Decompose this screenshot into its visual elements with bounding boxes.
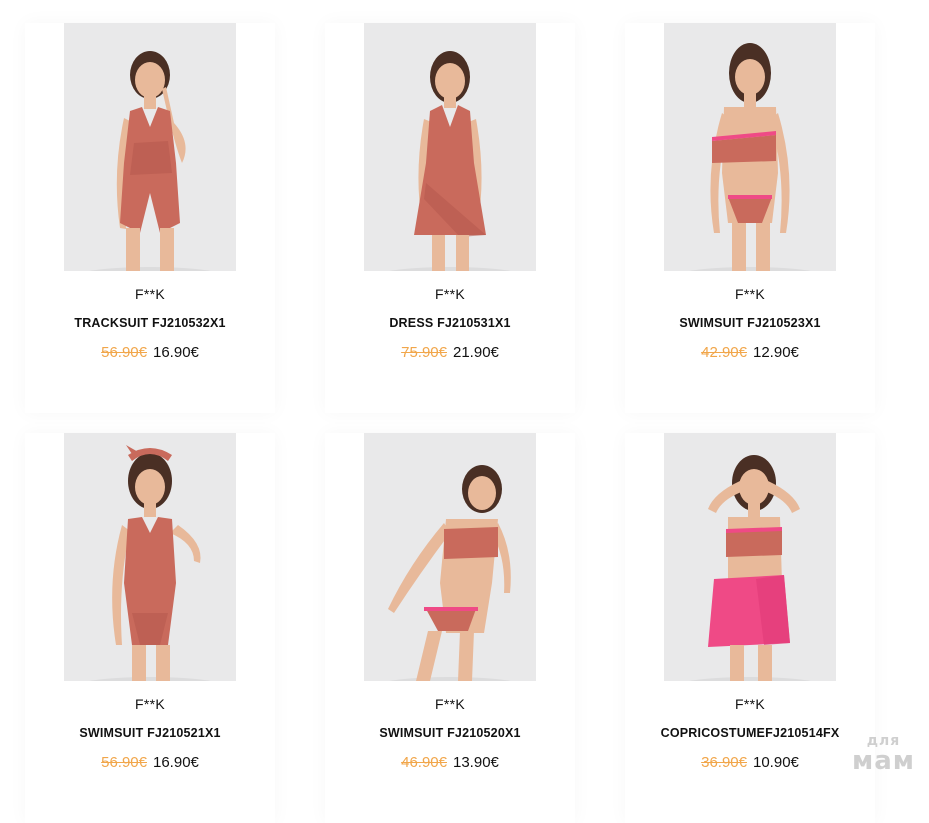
- product-image-swimsuit[interactable]: [364, 433, 536, 681]
- product-image-cover-up[interactable]: [664, 433, 836, 681]
- product-name[interactable]: SWIMSUIT FJ210520X1: [325, 726, 575, 740]
- product-card[interactable]: F**K TRACKSUIT FJ210532X1 56.90€ 16.90€: [25, 23, 275, 413]
- product-card[interactable]: F**K SWIMSUIT FJ210523X1 42.90€ 12.90€: [625, 23, 875, 413]
- watermark-big-text: мам: [851, 746, 915, 776]
- girl-in-bandeau-bikini-photo-icon: [664, 23, 836, 271]
- girl-in-wrap-dress-photo-icon: [364, 23, 536, 271]
- product-brand: F**K: [435, 696, 465, 712]
- product-prices: 46.90€ 13.90€: [325, 754, 575, 771]
- product-image-dress[interactable]: [364, 23, 536, 271]
- product-brand: F**K: [735, 696, 765, 712]
- old-price: 56.90€: [101, 344, 147, 361]
- product-name[interactable]: SWIMSUIT FJ210521X1: [25, 726, 275, 740]
- product-prices: 56.90€ 16.90€: [25, 344, 275, 361]
- product-name[interactable]: SWIMSUIT FJ210523X1: [625, 316, 875, 330]
- product-grid: F**K TRACKSUIT FJ210532X1 56.90€ 16.90€ F…: [0, 0, 929, 823]
- product-brand: F**K: [135, 286, 165, 302]
- product-prices: 56.90€ 16.90€: [25, 754, 275, 771]
- sale-price: 21.90€: [453, 344, 499, 361]
- product-card[interactable]: F**K SWIMSUIT FJ210521X1 56.90€ 16.90€: [25, 433, 275, 823]
- product-image-swimsuit[interactable]: [64, 433, 236, 681]
- old-price: 42.90€: [701, 344, 747, 361]
- product-card[interactable]: F**K COPRICOSTUMEFJ210514FX 36.90€ 10.90€: [625, 433, 875, 823]
- product-image-swimsuit[interactable]: [664, 23, 836, 271]
- product-brand: F**K: [135, 696, 165, 712]
- old-price: 36.90€: [701, 754, 747, 771]
- product-name[interactable]: DRESS FJ210531X1: [325, 316, 575, 330]
- girl-in-wrap-romper-photo-icon: [64, 23, 236, 271]
- girl-in-bikini-photo-icon: [364, 433, 536, 681]
- old-price: 46.90€: [401, 754, 447, 771]
- product-prices: 75.90€ 21.90€: [325, 344, 575, 361]
- girl-in-pink-skirt-photo-icon: [664, 433, 836, 681]
- sale-price: 13.90€: [453, 754, 499, 771]
- old-price: 56.90€: [101, 754, 147, 771]
- watermark-logo: для мам: [852, 734, 915, 774]
- product-image-tracksuit[interactable]: [64, 23, 236, 271]
- sale-price: 10.90€: [753, 754, 799, 771]
- product-card[interactable]: F**K DRESS FJ210531X1 75.90€ 21.90€: [325, 23, 575, 413]
- sale-price: 16.90€: [153, 754, 199, 771]
- old-price: 75.90€: [401, 344, 447, 361]
- product-prices: 42.90€ 12.90€: [625, 344, 875, 361]
- product-name[interactable]: TRACKSUIT FJ210532X1: [25, 316, 275, 330]
- product-name[interactable]: COPRICOSTUMEFJ210514FX: [625, 726, 875, 740]
- sale-price: 12.90€: [753, 344, 799, 361]
- product-brand: F**K: [435, 286, 465, 302]
- girl-in-one-piece-swimsuit-photo-icon: [64, 433, 236, 681]
- product-card[interactable]: F**K SWIMSUIT FJ210520X1 46.90€ 13.90€: [325, 433, 575, 823]
- sale-price: 16.90€: [153, 344, 199, 361]
- product-brand: F**K: [735, 286, 765, 302]
- product-prices: 36.90€ 10.90€: [625, 754, 875, 771]
